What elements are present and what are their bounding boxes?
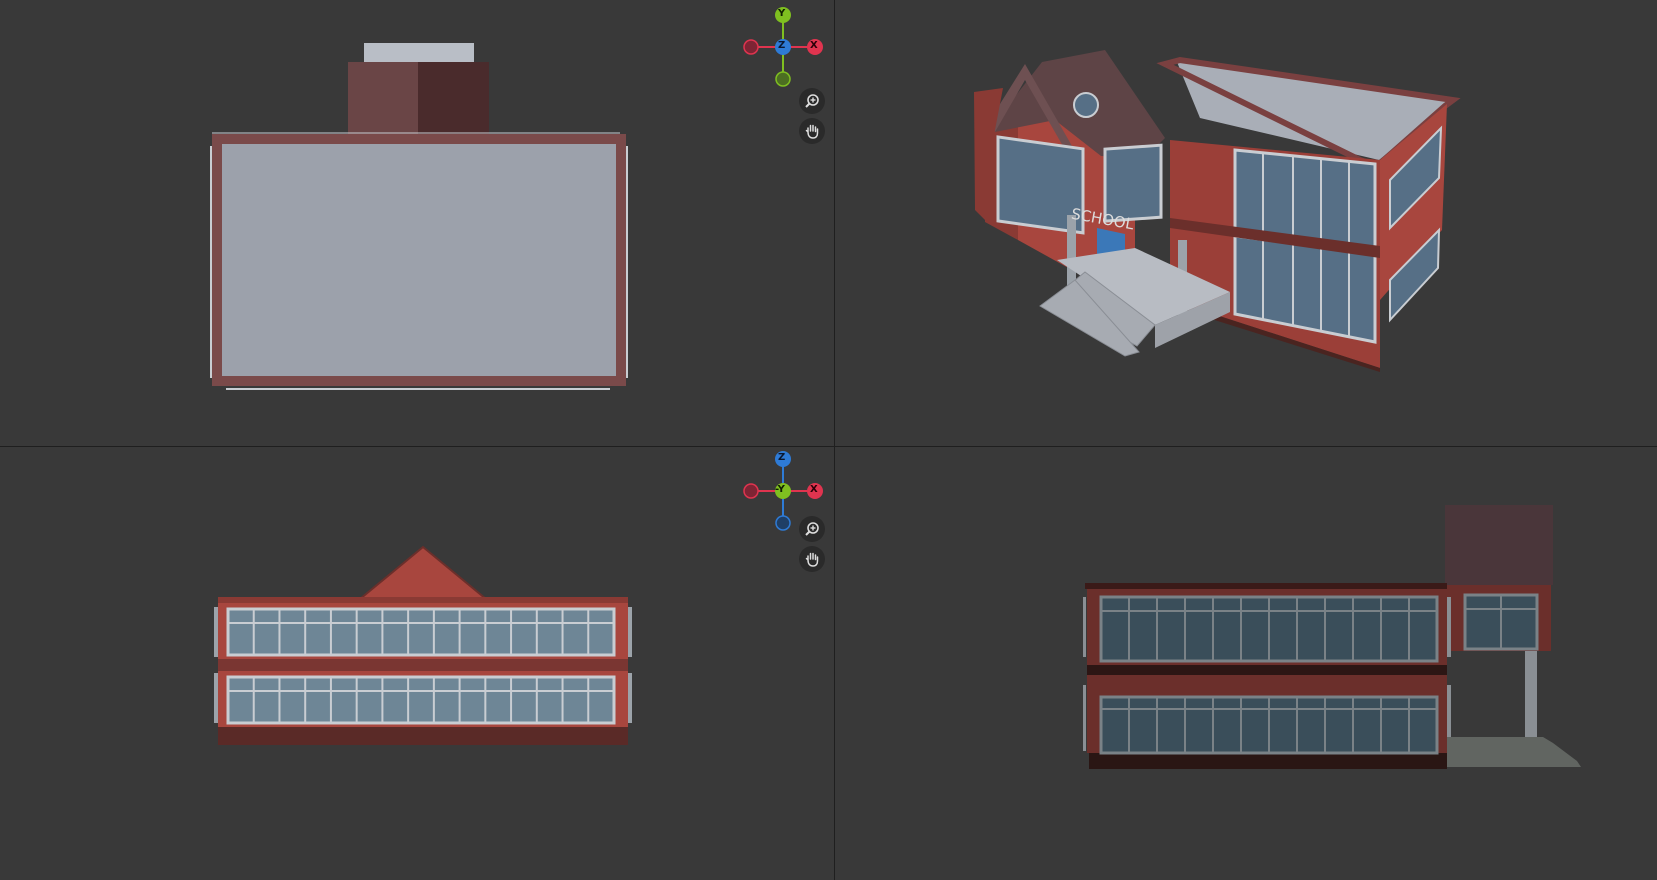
gizmo-center-label[interactable]: Z	[778, 40, 785, 51]
top-view-model	[210, 43, 628, 390]
pan-button[interactable]	[799, 118, 825, 144]
gizmo-up-label[interactable]: Y	[778, 8, 785, 19]
hand-pan-icon	[805, 124, 819, 139]
navigation-gizmo[interactable]: Z -Y X	[741, 447, 825, 531]
zoom-button[interactable]	[799, 88, 825, 114]
viewport-top[interactable]: Y Z X	[0, 0, 834, 446]
side-view-model	[1083, 505, 1581, 769]
viewport-front[interactable]: Z -Y X	[0, 447, 834, 880]
viewport-perspective[interactable]: SCHOOL	[835, 0, 1657, 446]
navigation-gizmo[interactable]: Y Z X	[741, 5, 825, 89]
gizmo-right-label[interactable]: X	[810, 40, 818, 51]
perspective-model: SCHOOL	[974, 50, 1461, 372]
zoom-button[interactable]	[799, 516, 825, 542]
front-view-model	[214, 545, 632, 745]
pan-button[interactable]	[799, 546, 825, 572]
gizmo-right-label[interactable]: X	[810, 484, 818, 495]
zoom-in-icon	[805, 94, 819, 108]
hand-pan-icon	[805, 552, 819, 567]
zoom-in-icon	[805, 522, 819, 536]
gizmo-center-label[interactable]: -Y	[775, 484, 785, 495]
gizmo-up-label[interactable]: Z	[778, 452, 785, 463]
viewport-side[interactable]	[835, 447, 1657, 880]
